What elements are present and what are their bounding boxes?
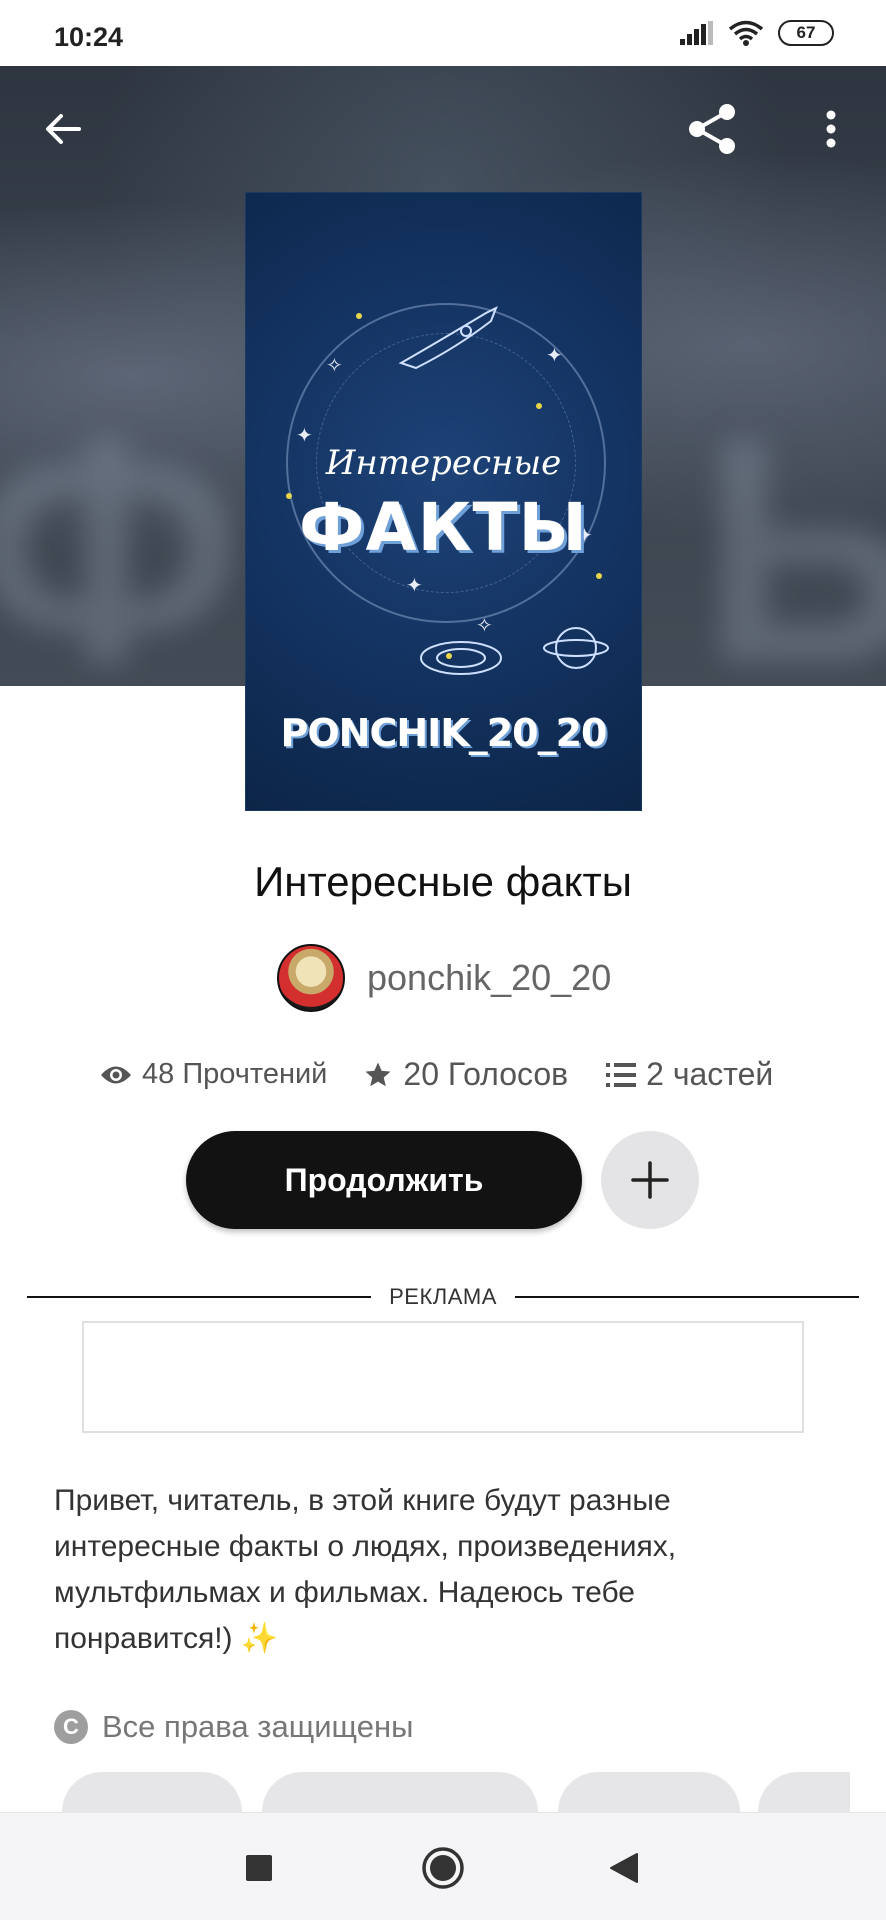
status-bar: 10:24 67 [0, 0, 886, 66]
ad-banner[interactable] [82, 1321, 804, 1433]
back-triangle-icon [610, 1853, 638, 1883]
author-link[interactable]: ponchik_20_20 [277, 944, 611, 1012]
reads-count: 48 Прочтений [142, 1058, 328, 1090]
status-icons: 67 [680, 20, 834, 46]
share-button[interactable] [681, 97, 745, 161]
status-time: 10:24 [54, 22, 124, 52]
description-text: Привет, читатель, в этой книге будут раз… [54, 1484, 677, 1655]
copyright-row: C Все права защищены [54, 1709, 413, 1745]
continue-reading-button[interactable]: Продолжить [186, 1131, 582, 1229]
author-name: ponchik_20_20 [367, 957, 612, 998]
recents-button[interactable] [232, 1841, 286, 1895]
copyright-icon: C [54, 1710, 88, 1744]
copyright-text: Все права защищены [102, 1709, 414, 1744]
wifi-icon [728, 20, 764, 46]
more-button[interactable] [799, 97, 863, 161]
signal-icon [680, 21, 713, 45]
share-icon [689, 104, 735, 154]
backdrop-blur-letter: Ы [700, 371, 886, 686]
more-vert-icon [826, 110, 836, 148]
galaxy-icon [420, 641, 502, 675]
book-title: Интересные факты [254, 858, 632, 905]
sparkles-icon: ✨ [240, 1622, 279, 1655]
reads-stat: 48 Прочтений [100, 1058, 327, 1091]
star-icon: ✦ [546, 345, 563, 367]
star-icon: ✧ [326, 355, 343, 377]
cover-dot [536, 403, 542, 409]
votes-stat: 20 Голосов [363, 1056, 568, 1093]
system-back-button[interactable] [597, 1841, 651, 1895]
parts-count: 2 частей [646, 1056, 774, 1092]
plus-icon [631, 1161, 669, 1199]
cover-subtitle: Интересные [325, 443, 562, 483]
book-cover[interactable]: ✦ ✦ ✦ ✦ ✧ ✧ Интересные ФАКТЫ PONCHIK_20_… [245, 192, 642, 811]
planet-icon [543, 627, 609, 669]
star-icon [365, 1062, 391, 1086]
cover-author: PONCHIK_20_20 [280, 711, 608, 755]
battery-icon: 67 [778, 20, 834, 46]
votes-count: 20 Голосов [403, 1056, 569, 1092]
back-button[interactable] [31, 97, 95, 161]
cover-dot [356, 313, 362, 319]
eye-icon [101, 1066, 131, 1083]
book-stats: 48 Прочтений 20 Голосов 2 частей [100, 1056, 773, 1093]
rocket-icon [398, 305, 498, 370]
home-button[interactable] [416, 1841, 470, 1895]
system-nav-bar [0, 1812, 886, 1920]
ad-label: РЕКЛАМА [371, 1284, 515, 1310]
recents-square-icon [246, 1855, 272, 1881]
add-to-library-button[interactable] [601, 1131, 699, 1229]
list-icon [606, 1062, 637, 1087]
cover-title: ФАКТЫ [299, 489, 588, 566]
star-icon: ✦ [406, 575, 423, 597]
avatar [277, 944, 345, 1012]
cover-dot [596, 573, 602, 579]
home-circle-icon [422, 1847, 464, 1889]
arrow-left-icon [46, 114, 81, 144]
parts-stat[interactable]: 2 частей [606, 1056, 773, 1093]
book-description: Привет, читатель, в этой книге будут раз… [54, 1478, 814, 1662]
backdrop-blur-letter: Ф [0, 371, 244, 686]
